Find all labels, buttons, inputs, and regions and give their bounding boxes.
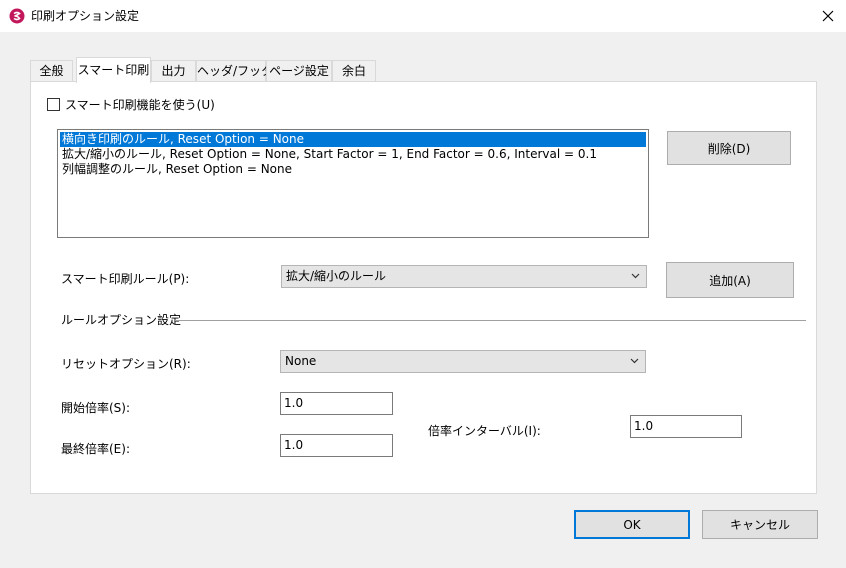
ok-button[interactable]: OK	[574, 510, 690, 539]
chevron-down-icon	[631, 273, 640, 279]
tab-smart-print[interactable]: スマート印刷	[76, 57, 151, 83]
cancel-button[interactable]: キャンセル	[702, 510, 818, 539]
chevron-down-icon	[630, 358, 639, 364]
close-button[interactable]	[815, 4, 841, 28]
rule-select[interactable]: 拡大/縮小のルール	[281, 265, 647, 288]
tab-margins[interactable]: 余白	[332, 60, 376, 82]
tab-general[interactable]: 全般	[30, 60, 73, 82]
close-icon	[822, 10, 834, 22]
rule-listbox[interactable]: 横向き印刷のルール, Reset Option = None 拡大/縮小のルール…	[57, 129, 649, 238]
tab-strip: 全般 スマート印刷 出力 ヘッダ/フッタ ページ設定 余白	[30, 57, 430, 83]
rule-select-label: スマート印刷ルール(P):	[61, 272, 190, 286]
end-factor-label: 最終倍率(E):	[61, 442, 130, 456]
window-title: 印刷オプション設定	[31, 9, 140, 23]
tab-output[interactable]: 出力	[151, 60, 196, 82]
list-item[interactable]: 横向き印刷のルール, Reset Option = None	[60, 132, 646, 147]
enable-smart-print-checkbox[interactable]	[47, 98, 60, 111]
add-button[interactable]: 追加(A)	[666, 262, 794, 298]
tab-header-footer[interactable]: ヘッダ/フッタ	[196, 60, 273, 82]
delete-button[interactable]: 削除(D)	[667, 131, 791, 165]
tab-page-setup[interactable]: ページ設定	[266, 60, 332, 82]
list-item[interactable]: 拡大/縮小のルール, Reset Option = None, Start Fa…	[60, 147, 646, 162]
group-separator	[175, 320, 806, 321]
interval-label: 倍率インターバル(I):	[428, 424, 541, 438]
rule-select-value: 拡大/縮小のルール	[286, 269, 387, 283]
start-factor-label: 開始倍率(S):	[61, 401, 131, 415]
reset-option-value: None	[285, 354, 317, 368]
enable-smart-print-label[interactable]: スマート印刷機能を使う(U)	[65, 97, 215, 113]
rule-options-group-label: ルールオプション設定	[61, 313, 182, 327]
end-factor-field[interactable]: 1.0	[280, 434, 393, 457]
interval-field[interactable]: 1.0	[630, 415, 742, 438]
list-item[interactable]: 列幅調整のルール, Reset Option = None	[60, 162, 646, 177]
start-factor-field[interactable]: 1.0	[280, 392, 393, 415]
reset-option-label: リセットオプション(R):	[61, 357, 191, 371]
app-logo-icon	[9, 8, 25, 24]
reset-option-select[interactable]: None	[280, 350, 646, 373]
